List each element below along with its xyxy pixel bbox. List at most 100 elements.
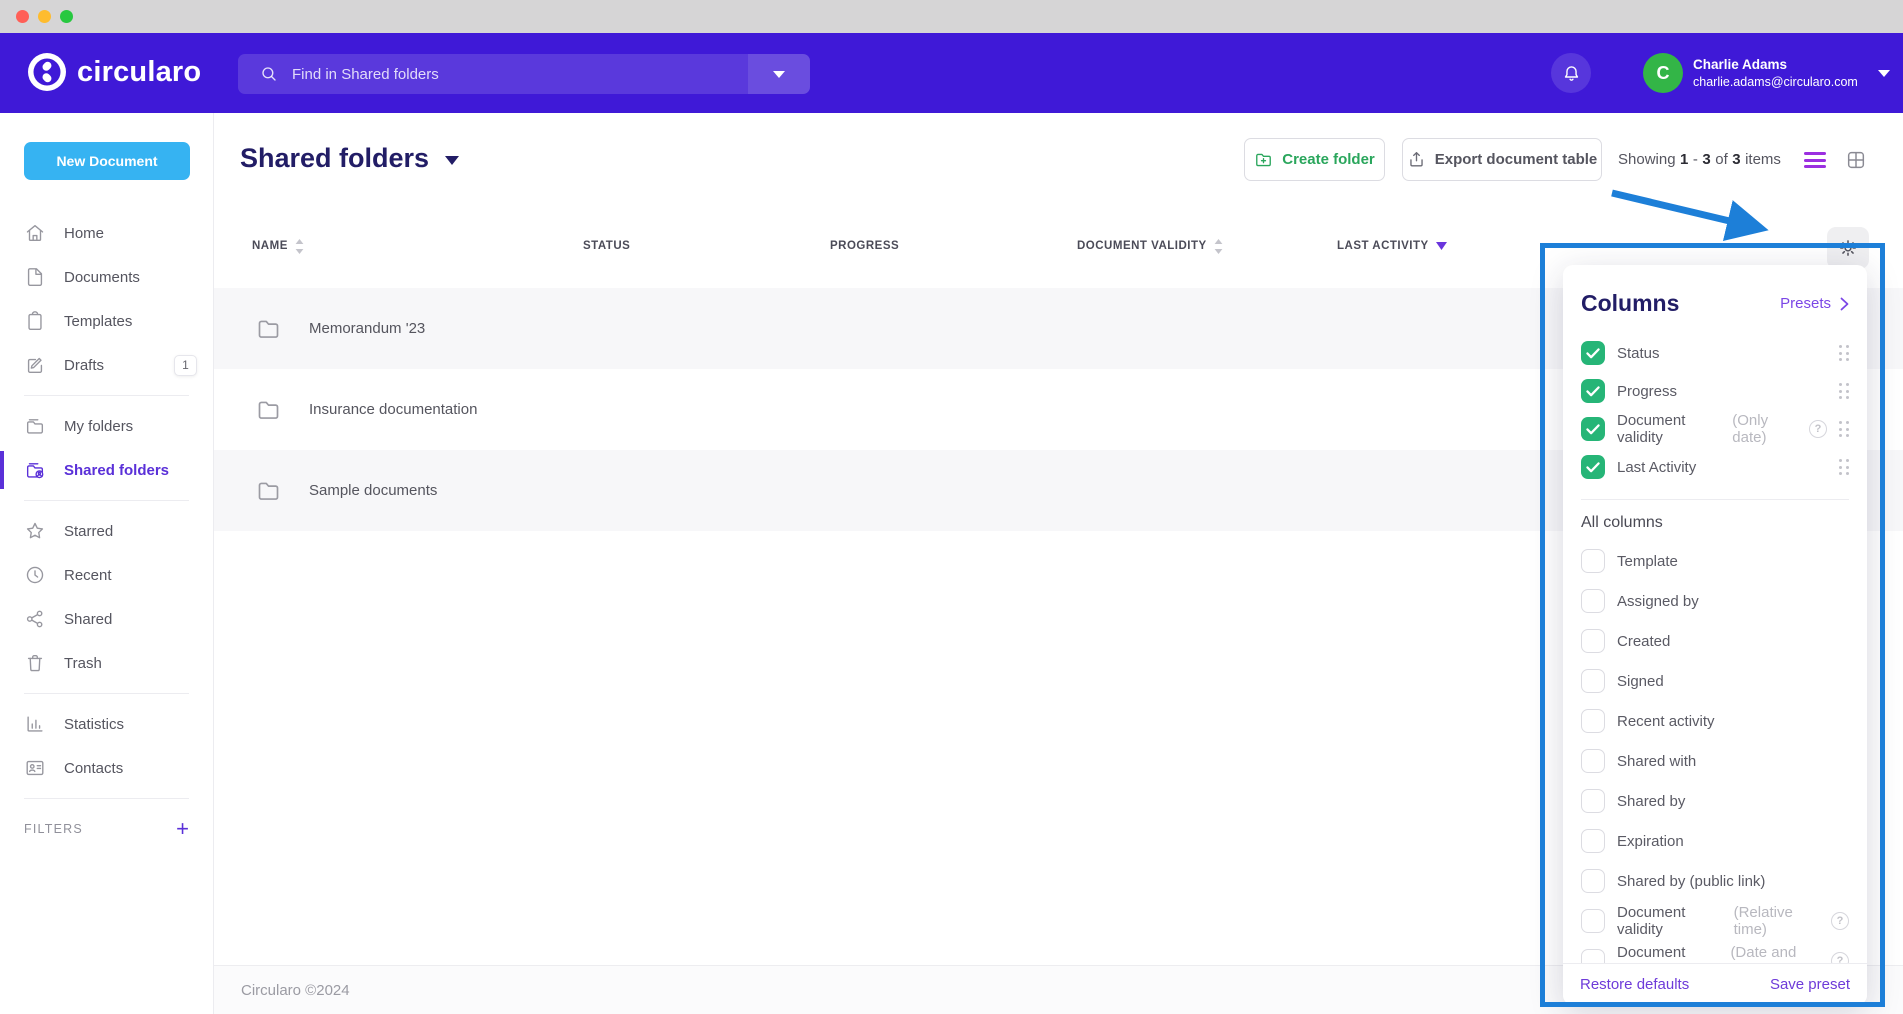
- checkbox-checked-icon[interactable]: [1581, 455, 1605, 479]
- drag-handle-icon[interactable]: [1839, 421, 1849, 437]
- sidebar-item[interactable]: Statistics: [0, 702, 213, 746]
- column-toggle-row[interactable]: Template: [1563, 541, 1867, 581]
- table-column-header[interactable]: LAST ACTIVITY: [1337, 240, 1823, 252]
- folder-icon: [255, 477, 282, 504]
- sidebar-item[interactable]: Home: [0, 211, 213, 255]
- sidebar-item[interactable]: Contacts: [0, 746, 213, 790]
- divider: [24, 693, 189, 694]
- checkbox-checked-icon[interactable]: [1581, 379, 1605, 403]
- folder-name: Insurance documentation: [309, 401, 477, 418]
- search-scope-dropdown[interactable]: [748, 54, 810, 94]
- sidebar-item[interactable]: Documents: [0, 255, 213, 299]
- help-icon[interactable]: [1831, 912, 1849, 930]
- sort-desc-icon[interactable]: [1436, 242, 1447, 250]
- restore-defaults-link[interactable]: Restore defaults: [1580, 976, 1689, 993]
- sidebar-item[interactable]: Trash: [0, 641, 213, 685]
- search-input[interactable]: [278, 54, 748, 94]
- checkbox-unchecked-icon[interactable]: [1581, 789, 1605, 813]
- count-badge: 1: [174, 355, 197, 376]
- column-toggle-row[interactable]: Assigned by: [1563, 581, 1867, 621]
- page-title[interactable]: Shared folders: [240, 143, 459, 174]
- notifications-button[interactable]: [1551, 53, 1591, 93]
- new-document-button[interactable]: New Document: [24, 142, 190, 180]
- showing-count: Showing 1 - 3 of 3 items: [1618, 138, 1781, 181]
- grid-view-toggle[interactable]: [1845, 149, 1867, 171]
- table-settings-button[interactable]: [1827, 227, 1869, 269]
- table-column-header[interactable]: DOCUMENT VALIDITY: [1077, 239, 1337, 254]
- sidebar-item[interactable]: Recent: [0, 553, 213, 597]
- sidebar-item[interactable]: Shared folders: [0, 448, 213, 492]
- os-titlebar: [0, 0, 1903, 33]
- folder-name: Memorandum '23: [309, 320, 425, 337]
- table-column-header[interactable]: STATUS: [583, 240, 830, 252]
- checkbox-unchecked-icon[interactable]: [1581, 829, 1605, 853]
- checkbox-unchecked-icon[interactable]: [1581, 669, 1605, 693]
- checkbox-unchecked-icon[interactable]: [1581, 749, 1605, 773]
- column-toggle-row[interactable]: Document validity (Relative time): [1563, 901, 1867, 941]
- drag-handle-icon[interactable]: [1839, 459, 1849, 475]
- drag-handle-icon[interactable]: [1839, 383, 1849, 399]
- column-toggle-row[interactable]: Last Activity: [1563, 448, 1867, 486]
- sort-icon[interactable]: [295, 239, 304, 254]
- column-toggle-row[interactable]: Created: [1563, 621, 1867, 661]
- checkbox-checked-icon[interactable]: [1581, 417, 1605, 441]
- columns-panel: Columns Presets Status Progress: [1563, 265, 1867, 1005]
- sidebar: New Document Home Documents Templates Dr…: [0, 113, 214, 1014]
- star-icon: [24, 520, 46, 542]
- app-header: circularo C Charlie Adams charlie.adams@…: [0, 33, 1903, 113]
- sidebar-item[interactable]: Shared: [0, 597, 213, 641]
- column-toggle-row[interactable]: Status: [1563, 334, 1867, 372]
- app-window: circularo C Charlie Adams charlie.adams@…: [0, 0, 1903, 1014]
- create-folder-button[interactable]: Create folder: [1244, 138, 1385, 181]
- home-icon: [24, 222, 46, 244]
- column-toggle-row[interactable]: Document validity (Only date): [1563, 410, 1867, 448]
- column-toggle-row[interactable]: Recent activity: [1563, 701, 1867, 741]
- draft-icon: [24, 354, 46, 376]
- sidebar-item-label: Home: [64, 225, 104, 242]
- maximize-window-button[interactable]: [60, 10, 73, 23]
- brand-logo[interactable]: circularo: [28, 53, 201, 91]
- save-preset-link[interactable]: Save preset: [1770, 976, 1850, 993]
- sidebar-item-label: Documents: [64, 269, 140, 286]
- sidebar-item[interactable]: My folders: [0, 404, 213, 448]
- checkbox-checked-icon[interactable]: [1581, 341, 1605, 365]
- list-view-toggle[interactable]: [1804, 149, 1826, 171]
- user-menu[interactable]: C Charlie Adams charlie.adams@circularo.…: [1643, 53, 1890, 93]
- checkbox-unchecked-icon[interactable]: [1581, 909, 1605, 933]
- divider: [1581, 499, 1849, 500]
- sort-icon[interactable]: [1214, 239, 1223, 254]
- close-window-button[interactable]: [16, 10, 29, 23]
- export-document-table-button[interactable]: Export document table: [1402, 138, 1602, 181]
- column-toggle-row[interactable]: Shared by: [1563, 781, 1867, 821]
- checkbox-unchecked-icon[interactable]: [1581, 589, 1605, 613]
- checkbox-unchecked-icon[interactable]: [1581, 869, 1605, 893]
- search-icon: [260, 65, 278, 83]
- checkbox-unchecked-icon[interactable]: [1581, 549, 1605, 573]
- minimize-window-button[interactable]: [38, 10, 51, 23]
- column-toggle-row[interactable]: Progress: [1563, 372, 1867, 410]
- table-column-header[interactable]: NAME: [252, 239, 583, 254]
- bell-icon: [1561, 63, 1582, 84]
- divider: [24, 500, 189, 501]
- sidebar-item[interactable]: Drafts 1: [0, 343, 213, 387]
- column-toggle-row[interactable]: Shared by (public link): [1563, 861, 1867, 901]
- checkbox-unchecked-icon[interactable]: [1581, 629, 1605, 653]
- divider: [24, 798, 189, 799]
- help-icon[interactable]: [1809, 420, 1827, 438]
- add-filter-button[interactable]: +: [176, 818, 189, 840]
- checkbox-unchecked-icon[interactable]: [1581, 709, 1605, 733]
- column-toggle-row[interactable]: Signed: [1563, 661, 1867, 701]
- document-icon: [24, 266, 46, 288]
- sidebar-item[interactable]: Templates: [0, 299, 213, 343]
- sidebar-item[interactable]: Starred: [0, 509, 213, 553]
- table-column-header[interactable]: PROGRESS: [830, 240, 1077, 252]
- presets-link[interactable]: Presets: [1780, 295, 1849, 312]
- drag-handle-icon[interactable]: [1839, 345, 1849, 361]
- all-columns-label: All columns: [1563, 512, 1867, 541]
- column-toggle-row[interactable]: Shared with: [1563, 741, 1867, 781]
- column-toggle-row[interactable]: Expiration: [1563, 821, 1867, 861]
- folder-icon: [255, 315, 282, 342]
- chevron-right-icon: [1840, 297, 1849, 311]
- trash-icon: [24, 652, 46, 674]
- clock-icon: [24, 564, 46, 586]
